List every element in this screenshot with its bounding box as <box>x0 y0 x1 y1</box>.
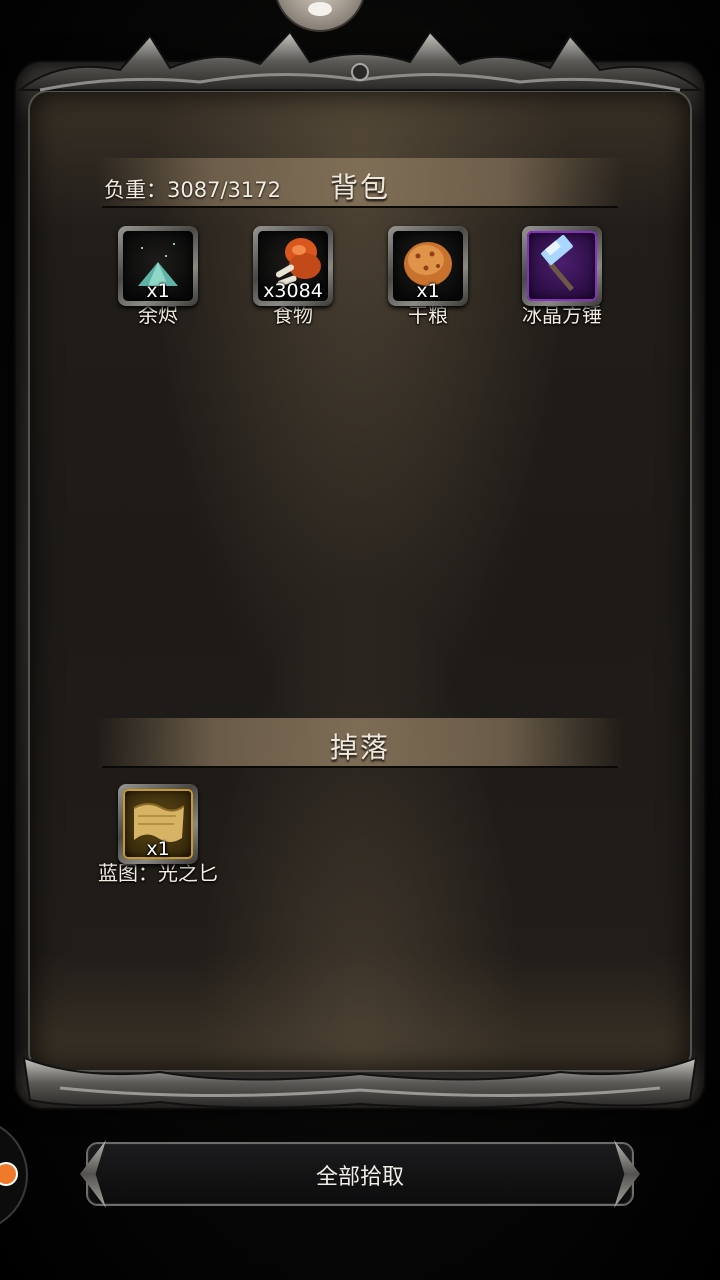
drops-header: 掉落 <box>96 718 624 768</box>
drop-item-blueprint[interactable]: x1 蓝图：光之匕 <box>98 784 218 888</box>
pickup-all-label: 全部拾取 <box>315 1165 404 1190</box>
backpack-item-food[interactable]: x3084 食物 <box>251 226 335 330</box>
drops-title: 掉落 <box>329 731 390 764</box>
item-slot-frame: x1 <box>118 226 198 306</box>
item-slot-frame: x3084 <box>253 226 333 306</box>
item-quantity: x1 <box>416 280 440 302</box>
backpack-item-ration[interactable]: x1 干粮 <box>386 226 470 330</box>
header-divider <box>102 206 618 208</box>
player-avatar[interactable] <box>274 0 366 32</box>
backpack-header: 负重：3087/3172 背包 <box>96 158 624 208</box>
pickup-all-button[interactable]: 全部拾取 <box>80 1140 632 1208</box>
item-quantity: x3084 <box>263 280 323 302</box>
backpack-item-ember[interactable]: x1 余烬 <box>116 226 200 330</box>
inventory-screen: 负重：3087/3172 背包 x1 余烬 x3084 食物 x1 干粮 冰晶方… <box>0 0 720 1280</box>
item-quantity: x1 <box>146 838 170 860</box>
ice-hammer-icon <box>541 235 574 292</box>
item-quantity: x1 <box>146 280 170 302</box>
item-slot-frame: x1 <box>118 784 198 864</box>
backpack-item-ice-hammer[interactable]: 冰晶方锤 <box>520 226 604 330</box>
inventory-panel-frame <box>16 62 704 1108</box>
chat-bubble-icon <box>0 1164 16 1184</box>
avatar-face <box>308 2 332 16</box>
item-slot-frame: x1 <box>388 226 468 306</box>
backpack-title: 背包 <box>329 171 390 204</box>
side-chat-toggle[interactable] <box>0 1120 26 1230</box>
item-slot-frame <box>522 226 602 306</box>
header-divider <box>102 766 618 768</box>
